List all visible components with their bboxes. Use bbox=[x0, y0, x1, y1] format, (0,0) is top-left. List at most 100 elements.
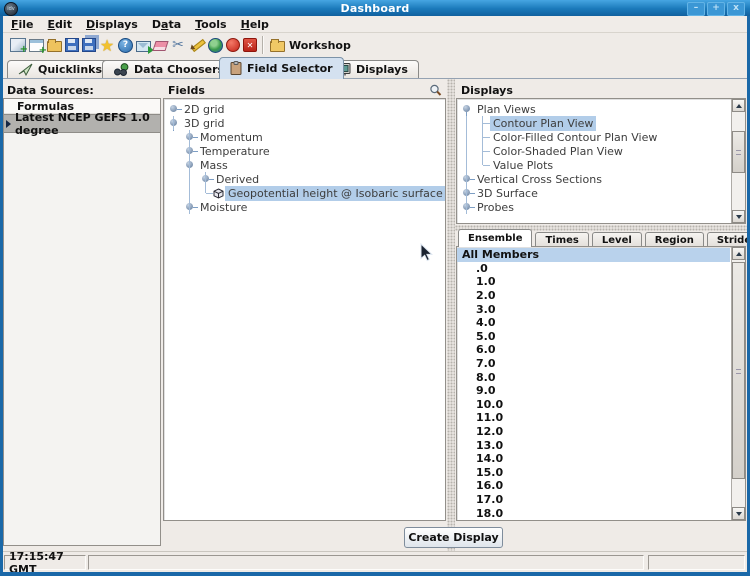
data-source-item[interactable]: Latest NCEP GEFS 1.0 degree bbox=[4, 114, 160, 133]
menu-file[interactable]: File bbox=[11, 18, 34, 31]
tree-expand-handle[interactable] bbox=[168, 102, 181, 116]
tree-guide-line bbox=[189, 158, 190, 172]
list-item[interactable]: 17.0 bbox=[457, 493, 730, 507]
list-item[interactable]: 16.0 bbox=[457, 479, 730, 493]
menu-help[interactable]: Help bbox=[241, 18, 269, 31]
tree-expand-handle[interactable] bbox=[461, 102, 474, 116]
list-item[interactable]: 1.0 bbox=[457, 275, 730, 289]
list-item[interactable]: All Members bbox=[457, 248, 730, 262]
list-item[interactable]: 11.0 bbox=[457, 411, 730, 425]
tree-item[interactable]: Color-Filled Contour Plan View bbox=[457, 130, 745, 144]
new-window-icon[interactable] bbox=[29, 39, 44, 52]
close-button[interactable]: x bbox=[727, 2, 745, 16]
subset-tab[interactable]: Level bbox=[592, 232, 642, 247]
maximize-button[interactable]: + bbox=[707, 2, 725, 16]
tree-item[interactable]: 2D grid bbox=[164, 102, 445, 116]
tree-expand-handle[interactable] bbox=[461, 200, 474, 214]
tree-item[interactable]: Derived bbox=[164, 172, 445, 186]
workshop-button[interactable]: Workshop bbox=[270, 39, 351, 52]
ensemble-list-scrollbar[interactable] bbox=[731, 247, 745, 520]
tree-item[interactable]: 3D Surface bbox=[457, 186, 745, 200]
tree-item[interactable]: Temperature bbox=[164, 144, 445, 158]
eraser-icon[interactable] bbox=[152, 41, 168, 51]
tree-item[interactable]: Vertical Cross Sections bbox=[457, 172, 745, 186]
record-icon[interactable] bbox=[226, 38, 240, 52]
list-item[interactable]: 14.0 bbox=[457, 452, 730, 466]
tree-expand-handle[interactable] bbox=[184, 144, 197, 158]
menu-displays[interactable]: Displays bbox=[86, 18, 138, 31]
tree-item[interactable]: Plan Views bbox=[457, 102, 745, 116]
subset-tab[interactable]: Ensemble bbox=[458, 229, 532, 247]
tree-expand-handle[interactable] bbox=[477, 116, 490, 130]
tree-expand-handle[interactable] bbox=[461, 186, 474, 200]
list-item[interactable]: .0 bbox=[457, 262, 730, 276]
tab-quicklinks[interactable]: Quicklinks bbox=[7, 60, 113, 78]
clock-status: 17:15:47 GMT bbox=[4, 555, 86, 570]
list-item[interactable]: 9.0 bbox=[457, 384, 730, 398]
scroll-down-button[interactable] bbox=[732, 507, 745, 520]
scroll-down-button[interactable] bbox=[732, 210, 745, 223]
tree-expand-handle[interactable] bbox=[461, 172, 474, 186]
tree-item[interactable]: 3D grid bbox=[164, 116, 445, 130]
tree-guide-line bbox=[466, 158, 467, 172]
scroll-up-button[interactable] bbox=[732, 247, 745, 260]
tree-expand-handle[interactable] bbox=[184, 130, 197, 144]
save-icon[interactable] bbox=[65, 38, 79, 52]
menu-tools[interactable]: Tools bbox=[195, 18, 226, 31]
edit-pencil-icon[interactable] bbox=[189, 37, 205, 53]
tree-item[interactable]: Color-Shaded Plan View bbox=[457, 144, 745, 158]
tree-item[interactable]: Momentum bbox=[164, 130, 445, 144]
tree-expand-handle[interactable] bbox=[477, 158, 490, 172]
menu-edit[interactable]: Edit bbox=[48, 18, 72, 31]
list-item[interactable]: 5.0 bbox=[457, 330, 730, 344]
list-item[interactable]: 10.0 bbox=[457, 398, 730, 412]
help-icon[interactable]: ? bbox=[118, 38, 133, 53]
list-item[interactable]: 7.0 bbox=[457, 357, 730, 371]
parameter-cube-icon bbox=[213, 188, 224, 199]
tree-item[interactable]: Value Plots bbox=[457, 158, 745, 172]
list-item[interactable]: 18.0 bbox=[457, 506, 730, 520]
tree-item[interactable]: Probes bbox=[457, 200, 745, 214]
scroll-up-button[interactable] bbox=[732, 99, 745, 112]
tree-expand-handle[interactable] bbox=[477, 130, 490, 144]
create-display-button[interactable]: Create Display bbox=[404, 527, 503, 548]
tree-expand-handle[interactable] bbox=[184, 200, 197, 214]
list-item[interactable]: 13.0 bbox=[457, 438, 730, 452]
displays-tree-scrollbar[interactable] bbox=[731, 99, 745, 223]
new-display-icon[interactable] bbox=[10, 38, 26, 52]
tab-data-choosers[interactable]: Data Choosers bbox=[102, 60, 235, 78]
menu-data[interactable]: Data bbox=[152, 18, 181, 31]
subset-tab[interactable]: Region bbox=[645, 232, 704, 247]
subset-tab[interactable]: Times bbox=[535, 232, 588, 247]
tree-expand-handle[interactable] bbox=[200, 172, 213, 186]
vertical-splitter[interactable] bbox=[447, 79, 455, 553]
list-item[interactable]: 15.0 bbox=[457, 466, 730, 480]
exit-icon[interactable]: ✕ bbox=[243, 38, 257, 52]
list-item[interactable]: 3.0 bbox=[457, 302, 730, 316]
tree-item[interactable]: Moisture bbox=[164, 200, 445, 214]
list-item[interactable]: 4.0 bbox=[457, 316, 730, 330]
save-copy-icon[interactable] bbox=[82, 38, 96, 52]
list-item[interactable]: 6.0 bbox=[457, 343, 730, 357]
title-bar[interactable]: idv Dashboard –+x bbox=[0, 0, 750, 16]
cut-scissors-icon[interactable]: ✂ bbox=[170, 37, 186, 53]
tree-expand-handle[interactable] bbox=[168, 116, 181, 130]
list-item[interactable]: 8.0 bbox=[457, 370, 730, 384]
tree-item[interactable]: Contour Plan View bbox=[457, 116, 745, 130]
scrollbar-thumb[interactable] bbox=[732, 262, 745, 479]
tree-item[interactable]: Mass bbox=[164, 158, 445, 172]
tree-expand-handle[interactable] bbox=[200, 186, 213, 200]
tree-expand-handle[interactable] bbox=[477, 144, 490, 158]
scrollbar-thumb[interactable] bbox=[732, 131, 745, 173]
favorites-star-icon[interactable]: ★ bbox=[99, 37, 115, 53]
tree-expand-handle[interactable] bbox=[184, 158, 197, 172]
subset-tab[interactable]: Stride bbox=[707, 232, 750, 247]
tree-item[interactable]: Geopotential height @ Isobaric surface bbox=[164, 186, 445, 200]
minimize-button[interactable]: – bbox=[687, 2, 705, 16]
list-item[interactable]: 12.0 bbox=[457, 425, 730, 439]
list-item[interactable]: 2.0 bbox=[457, 289, 730, 303]
open-folder-icon[interactable] bbox=[47, 41, 62, 52]
tab-field-selector[interactable]: Field Selector bbox=[219, 57, 344, 79]
support-message-icon[interactable] bbox=[136, 41, 151, 52]
globe-icon[interactable] bbox=[208, 38, 223, 53]
